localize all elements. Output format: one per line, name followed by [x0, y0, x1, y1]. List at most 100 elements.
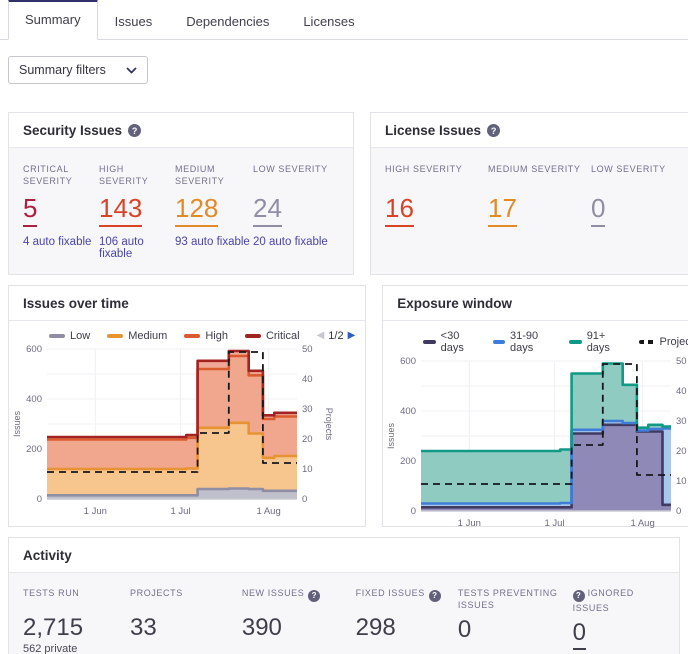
- svg-text:50: 50: [302, 344, 313, 355]
- chart-legend: Low Medium High Critical ◀ 1/2 ▶: [9, 321, 365, 342]
- stat-ignored-issues: IGNORED ISSUES 0: [573, 587, 665, 654]
- svg-text:1 Jun: 1 Jun: [458, 518, 481, 529]
- help-icon[interactable]: [308, 590, 320, 602]
- stat-tests-run: TESTS RUN 2,715 562 private: [23, 587, 130, 654]
- stat-label: NEW ISSUES: [242, 587, 356, 609]
- stat-medium-severity: MEDIUM SEVERITY 17: [488, 164, 591, 227]
- legend-item[interactable]: <30 days: [423, 330, 475, 354]
- stat-critical-severity: CRITICAL SEVERITY 5 4 auto fixable: [23, 164, 99, 260]
- legend-item[interactable]: High: [184, 330, 228, 342]
- svg-text:20: 20: [302, 434, 313, 445]
- exposure-window-title: Exposure window: [397, 296, 512, 311]
- help-icon[interactable]: [128, 124, 141, 137]
- stat-high-severity: HIGH SEVERITY 143 106 auto fixable: [99, 164, 175, 260]
- stat-low-severity: LOW SEVERITY 24 20 auto fixable: [253, 164, 339, 260]
- svg-text:200: 200: [400, 456, 416, 467]
- stat-label: MEDIUM SEVERITY: [488, 164, 591, 188]
- stat-label: LOW SEVERITY: [253, 164, 339, 188]
- legend-item[interactable]: 91+ days: [569, 330, 621, 354]
- tab-licenses[interactable]: Licenses: [286, 2, 371, 40]
- stat-label: MEDIUM SEVERITY: [175, 164, 253, 188]
- stat-value[interactable]: 5: [23, 194, 37, 227]
- help-icon[interactable]: [487, 124, 500, 137]
- stat-value[interactable]: 0: [591, 194, 605, 227]
- stat-value: 2,715: [23, 614, 130, 642]
- svg-text:1 Jun: 1 Jun: [84, 506, 107, 517]
- summary-filters-dropdown[interactable]: Summary filters: [8, 56, 148, 84]
- legend-item-projects[interactable]: Projects: [639, 336, 688, 348]
- next-page-icon[interactable]: ▶: [348, 330, 356, 341]
- stat-subtext: 562 private: [23, 643, 130, 654]
- stat-label: CRITICAL SEVERITY: [23, 164, 99, 188]
- license-issues-card: License Issues HIGH SEVERITY 16 MEDIUM S…: [370, 112, 688, 275]
- stat-label: FIXED ISSUES: [356, 587, 458, 609]
- svg-text:400: 400: [400, 406, 416, 417]
- stat-value: 390: [242, 614, 356, 642]
- svg-text:Projects: Projects: [324, 407, 333, 440]
- svg-text:10: 10: [676, 476, 687, 487]
- tab-bar: Summary Issues Dependencies Licenses: [0, 0, 688, 40]
- svg-text:40: 40: [676, 386, 687, 397]
- tab-dependencies[interactable]: Dependencies: [169, 2, 286, 40]
- svg-text:600: 600: [400, 356, 416, 367]
- issues-over-time-chart: 0200400600010203040501 Jun1 Jul1 AugIssu…: [9, 344, 365, 524]
- legend-item[interactable]: Medium: [107, 330, 167, 342]
- auto-fixable-link[interactable]: 93 auto fixable: [175, 236, 253, 248]
- svg-text:30: 30: [302, 404, 313, 415]
- exposure-window-card: Exposure window <30 days 31-90 days 91+ …: [382, 285, 688, 527]
- stat-medium-severity: MEDIUM SEVERITY 128 93 auto fixable: [175, 164, 253, 260]
- security-issues-title: Security Issues: [23, 123, 122, 138]
- svg-text:20: 20: [676, 446, 687, 457]
- issues-over-time-card: Issues over time Low Medium High Critica…: [8, 285, 366, 527]
- legend-swatch: [107, 334, 123, 338]
- stat-value[interactable]: 16: [385, 194, 414, 227]
- auto-fixable-link[interactable]: 106 auto fixable: [99, 236, 175, 260]
- stat-value[interactable]: 24: [253, 194, 282, 227]
- legend-swatch-dashed: [639, 340, 655, 344]
- svg-text:0: 0: [302, 494, 307, 505]
- activity-card: Activity TESTS RUN 2,715 562 private PRO…: [8, 537, 680, 654]
- legend-swatch: [493, 340, 505, 344]
- svg-text:1 Jul: 1 Jul: [545, 518, 565, 529]
- svg-text:Issues: Issues: [12, 410, 22, 437]
- stat-value[interactable]: 17: [488, 194, 517, 227]
- legend-swatch: [49, 334, 65, 338]
- stat-value: 0: [458, 616, 573, 644]
- svg-text:50: 50: [676, 356, 687, 367]
- auto-fixable-link[interactable]: 4 auto fixable: [23, 236, 99, 248]
- stat-value[interactable]: 143: [99, 194, 142, 227]
- legend-swatch: [184, 334, 200, 338]
- stat-label: HIGH SEVERITY: [99, 164, 175, 188]
- auto-fixable-link[interactable]: 20 auto fixable: [253, 236, 339, 248]
- svg-text:1 Aug: 1 Aug: [631, 518, 655, 529]
- svg-text:0: 0: [37, 494, 42, 505]
- chevron-down-icon: [126, 67, 137, 74]
- exposure-window-chart: 0200400600010203040501 Jun1 Jul1 AugIssu…: [383, 356, 688, 536]
- prev-page-icon[interactable]: ◀: [317, 330, 325, 341]
- stat-projects: PROJECTS 33: [130, 587, 242, 654]
- svg-text:200: 200: [26, 444, 42, 455]
- stat-new-issues: NEW ISSUES 390: [242, 587, 356, 654]
- legend-item[interactable]: Low: [49, 330, 90, 342]
- stat-value: 298: [356, 614, 458, 642]
- svg-text:0: 0: [411, 506, 416, 517]
- svg-text:1 Jul: 1 Jul: [170, 506, 190, 517]
- chart-plot: 0200400600010203040501 Jun1 Jul1 AugIssu…: [385, 356, 688, 536]
- legend-item[interactable]: Critical: [245, 330, 300, 342]
- legend-swatch: [423, 340, 435, 344]
- svg-text:10: 10: [302, 464, 313, 475]
- legend-item[interactable]: 31-90 days: [493, 330, 553, 354]
- stat-label: PROJECTS: [130, 587, 242, 609]
- stat-value: 33: [130, 614, 242, 642]
- svg-text:400: 400: [26, 394, 42, 405]
- ignored-issues-link[interactable]: 0: [573, 619, 586, 650]
- svg-text:Issues: Issues: [386, 422, 396, 449]
- help-icon[interactable]: [573, 590, 585, 602]
- stat-value[interactable]: 128: [175, 194, 218, 227]
- stat-label: IGNORED ISSUES: [573, 587, 665, 615]
- tab-issues[interactable]: Issues: [98, 2, 170, 40]
- svg-text:600: 600: [26, 344, 42, 355]
- svg-text:1 Aug: 1 Aug: [256, 506, 280, 517]
- help-icon[interactable]: [429, 590, 441, 602]
- tab-summary[interactable]: Summary: [8, 0, 98, 40]
